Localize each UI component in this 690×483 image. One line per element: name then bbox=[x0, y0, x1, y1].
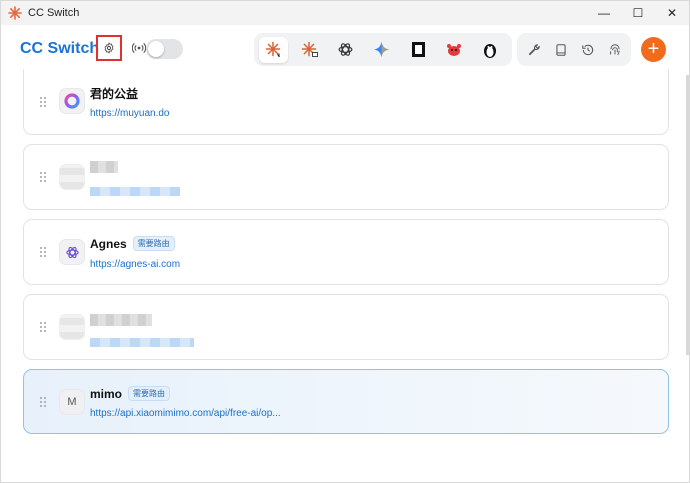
provider-url[interactable]: https://api.xiaomimimo.com/api/free-ai/o… bbox=[90, 408, 281, 419]
provider-name-row: mimo 需要路由 bbox=[90, 386, 171, 401]
title-bar: CC Switch — ☐ ✕ bbox=[1, 1, 689, 25]
provider-logo bbox=[59, 239, 85, 265]
provider-card[interactable]: 君的公益 https://muyuan.do bbox=[23, 69, 669, 135]
provider-card[interactable]: Agnes 需要路由 https://agnes-ai.com bbox=[23, 219, 669, 285]
settings-button[interactable] bbox=[96, 35, 122, 61]
provider-card[interactable] bbox=[23, 294, 669, 360]
close-button[interactable]: ✕ bbox=[655, 1, 689, 25]
tool-group bbox=[517, 33, 631, 66]
add-provider-button[interactable]: + bbox=[641, 37, 666, 62]
app-tab-openclaw[interactable] bbox=[440, 37, 469, 63]
signal-icon bbox=[132, 42, 146, 54]
provider-logo bbox=[59, 88, 85, 114]
window-title: CC Switch bbox=[28, 7, 80, 19]
provider-logo: M bbox=[59, 389, 85, 415]
tools-button[interactable] bbox=[521, 37, 547, 63]
drag-handle-icon[interactable] bbox=[39, 396, 47, 408]
drag-handle-icon[interactable] bbox=[39, 171, 47, 183]
fingerprint-button[interactable] bbox=[602, 37, 628, 63]
proxy-toggle[interactable] bbox=[146, 39, 183, 59]
provider-name: mimo bbox=[90, 386, 123, 401]
app-tab-codex[interactable] bbox=[331, 37, 360, 63]
app-logo-icon bbox=[8, 6, 22, 20]
provider-name-row: Agnes 需要路由 bbox=[90, 236, 175, 251]
docs-button[interactable] bbox=[548, 37, 574, 63]
provider-url[interactable]: https://agnes-ai.com bbox=[90, 259, 180, 270]
gear-icon bbox=[104, 42, 114, 54]
toggle-knob bbox=[148, 41, 164, 57]
provider-card[interactable] bbox=[23, 144, 669, 210]
provider-logo-redacted bbox=[59, 164, 85, 190]
openai-logo-icon bbox=[65, 246, 79, 258]
openai-icon bbox=[338, 43, 353, 56]
minimize-button[interactable]: — bbox=[587, 1, 621, 25]
history-icon bbox=[582, 44, 594, 55]
crab-icon bbox=[447, 43, 462, 56]
route-badge: 需要路由 bbox=[132, 236, 175, 251]
maximize-button[interactable]: ☐ bbox=[621, 1, 655, 25]
provider-url-redacted bbox=[90, 187, 180, 196]
provider-name: Agnes bbox=[90, 236, 127, 251]
app-tab-claude-code[interactable] bbox=[259, 36, 289, 63]
app-switcher bbox=[254, 33, 512, 66]
opencode-icon bbox=[411, 42, 425, 57]
history-button[interactable] bbox=[575, 37, 601, 63]
claude-code-icon bbox=[265, 41, 280, 57]
provider-name-redacted bbox=[90, 161, 118, 173]
toolbar: CC Switch + bbox=[1, 25, 689, 75]
provider-url[interactable]: https://muyuan.do bbox=[90, 108, 170, 119]
claude-desktop-icon bbox=[301, 41, 318, 57]
wrench-icon bbox=[528, 43, 540, 55]
drag-handle-icon[interactable] bbox=[39, 246, 47, 258]
app-window: CC Switch — ☐ ✕ CC Switch + 君的公益 https:/… bbox=[0, 0, 690, 483]
book-icon bbox=[556, 43, 566, 56]
drag-handle-icon[interactable] bbox=[39, 321, 47, 333]
provider-logo-redacted bbox=[59, 314, 85, 340]
provider-name-row: 君的公益 bbox=[90, 85, 138, 102]
window-controls: — ☐ ✕ bbox=[587, 1, 689, 25]
app-tab-claude-desktop[interactable] bbox=[295, 37, 324, 63]
fingerprint-icon bbox=[609, 43, 620, 55]
app-tab-penguin[interactable] bbox=[476, 37, 505, 63]
app-tab-opencode[interactable] bbox=[404, 37, 433, 63]
provider-name: 君的公益 bbox=[90, 87, 139, 101]
ring-logo-icon bbox=[64, 93, 80, 109]
drag-handle-icon[interactable] bbox=[39, 96, 47, 108]
provider-url-redacted bbox=[90, 338, 194, 347]
penguin-icon bbox=[484, 43, 497, 58]
provider-name-redacted bbox=[90, 314, 152, 326]
app-tab-gemini[interactable] bbox=[367, 37, 396, 63]
provider-card-selected[interactable]: M mimo 需要路由 https://api.xiaomimimo.com/a… bbox=[23, 369, 669, 434]
scrollbar[interactable] bbox=[686, 75, 689, 355]
gemini-icon bbox=[374, 41, 390, 58]
route-badge: 需要路由 bbox=[128, 386, 171, 401]
brand-title: CC Switch bbox=[20, 40, 100, 57]
